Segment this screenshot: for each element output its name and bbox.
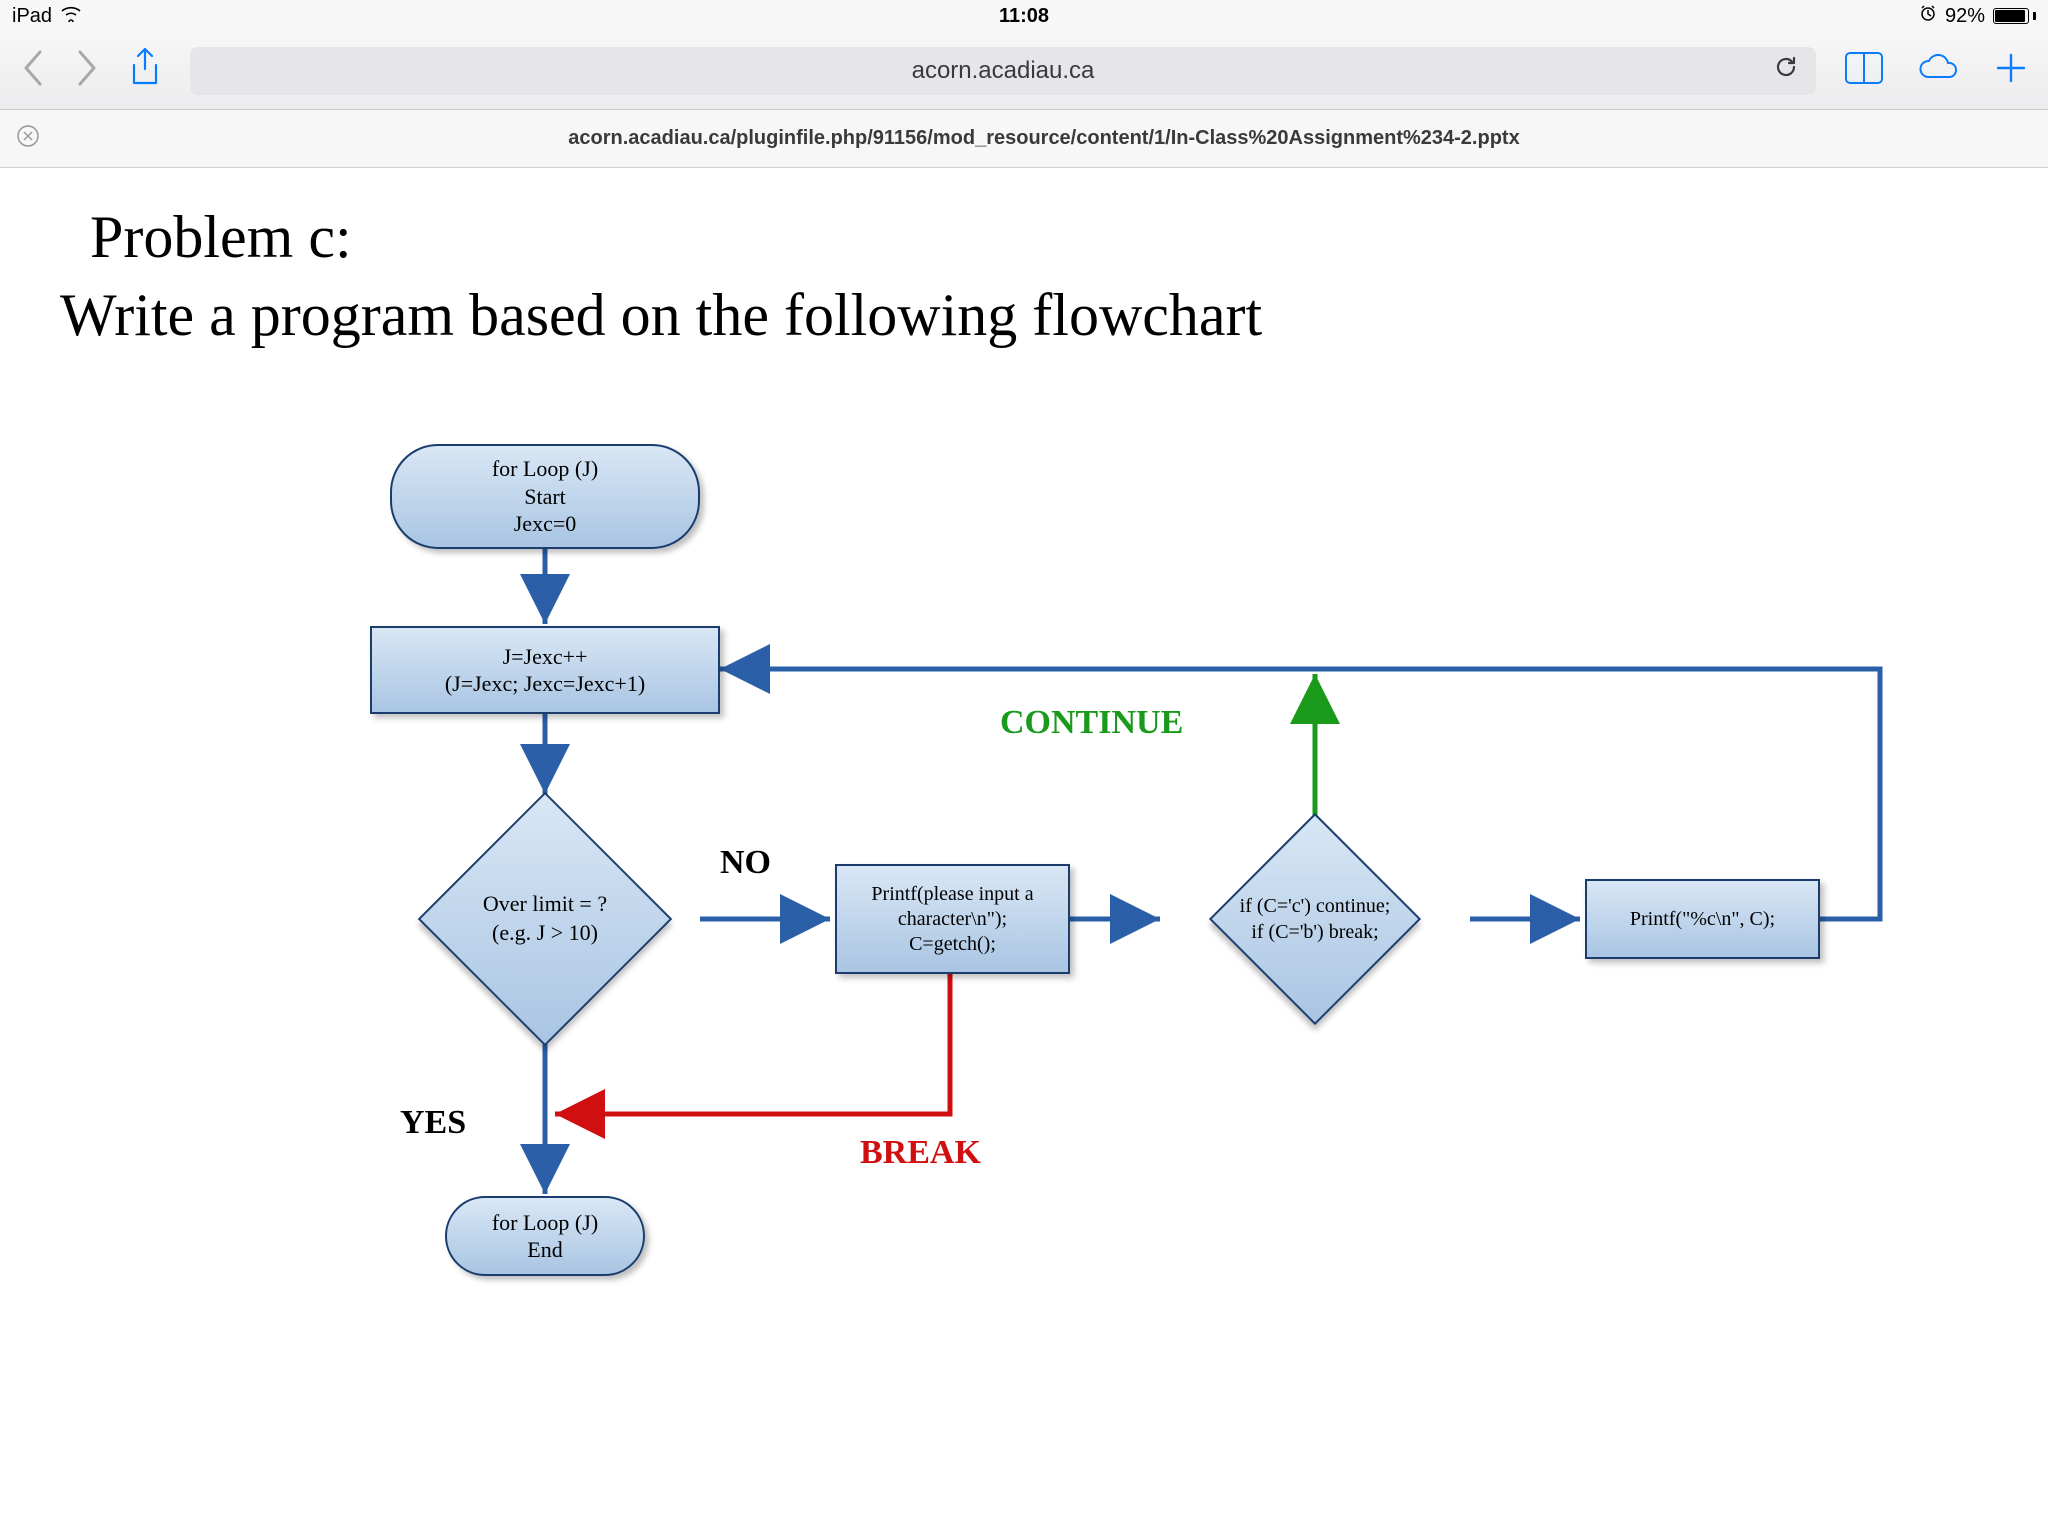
device-label: iPad — [12, 5, 52, 28]
forward-button[interactable] — [74, 48, 100, 93]
label-continue: CONTINUE — [1000, 704, 1183, 742]
reload-button[interactable] — [1772, 53, 1800, 88]
flow-end: for Loop (J) End — [445, 1196, 645, 1276]
flow-process-print: Printf("%c\n", C); — [1585, 879, 1820, 959]
document-content: Problem c: Write a program based on the … — [0, 168, 2048, 1444]
alarm-icon — [1919, 4, 1937, 28]
status-bar: iPad 11:08 92% — [0, 0, 2048, 32]
new-tab-button[interactable] — [1994, 51, 2028, 90]
clock: 11:08 — [999, 5, 1049, 28]
battery-icon — [1993, 8, 2036, 24]
page-heading: Problem c: Write a program based on the … — [60, 198, 1988, 354]
full-url: acorn.acadiau.ca/pluginfile.php/91156/mo… — [56, 127, 2032, 150]
flow-start: for Loop (J) Start Jexc=0 — [390, 444, 700, 549]
flowchart: for Loop (J) Start Jexc=0 J=Jexc++ (J=Je… — [100, 414, 1980, 1414]
heading-line2: Write a program based on the following f… — [60, 282, 1262, 348]
browser-toolbar: acorn.acadiau.ca — [0, 32, 2048, 110]
battery-percent: 92% — [1945, 5, 1985, 28]
label-yes: YES — [400, 1104, 466, 1142]
heading-line1: Problem c: — [90, 198, 1988, 276]
url-sub-bar: acorn.acadiau.ca/pluginfile.php/91156/mo… — [0, 110, 2048, 168]
cloud-tabs-button[interactable] — [1916, 53, 1962, 88]
label-no: NO — [720, 844, 771, 882]
label-break: BREAK — [860, 1134, 981, 1172]
close-icon[interactable] — [16, 124, 40, 153]
address-text: acorn.acadiau.ca — [912, 57, 1095, 85]
back-button[interactable] — [20, 48, 46, 93]
share-button[interactable] — [128, 47, 162, 94]
flow-process-input: Printf(please input a character\n"); C=g… — [835, 864, 1070, 974]
bookmarks-button[interactable] — [1844, 51, 1884, 90]
flow-increment: J=Jexc++ (J=Jexc; Jexc=Jexc+1) — [370, 626, 720, 714]
flow-decision-char: if (C='c') continue; if (C='b') break; — [1160, 814, 1470, 1024]
flow-decision-limit: Over limit = ? (e.g. J > 10) — [390, 794, 700, 1044]
wifi-icon — [60, 5, 82, 28]
address-bar[interactable]: acorn.acadiau.ca — [190, 47, 1816, 95]
